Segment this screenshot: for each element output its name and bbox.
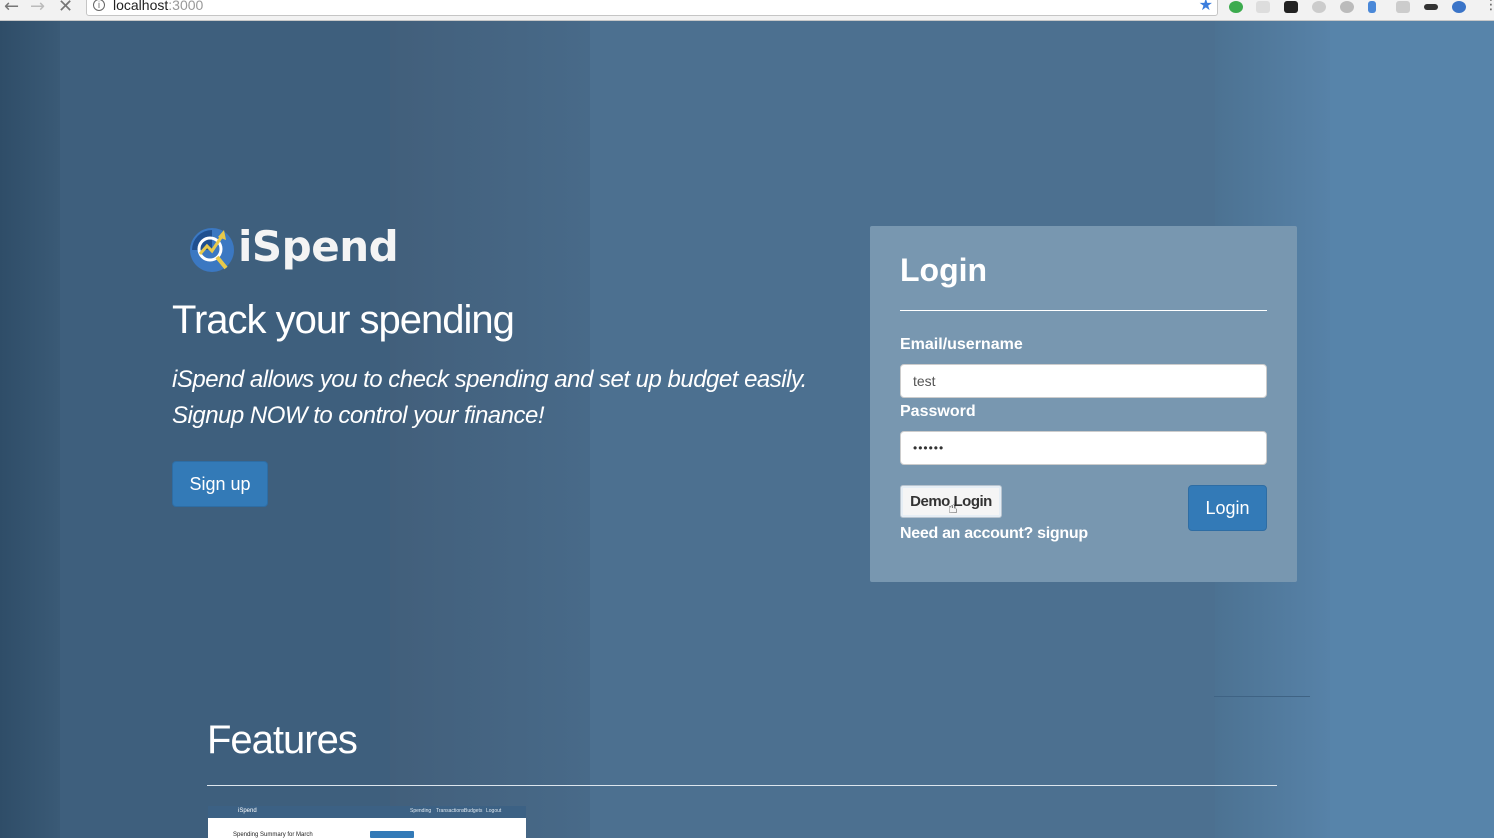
login-heading: Login <box>900 252 988 288</box>
signup-link[interactable]: Need an account? signup <box>900 525 1088 543</box>
site-info-icon[interactable]: i <box>93 0 105 11</box>
features-title: Features <box>207 718 358 762</box>
features-divider <box>207 785 1277 786</box>
address-bar[interactable]: i localhost:3000 ★ <box>86 0 1218 16</box>
email-field[interactable]: test <box>900 364 1267 398</box>
extension-icon[interactable] <box>1452 1 1466 13</box>
background-band <box>1330 21 1494 838</box>
hero-title: Track your spending <box>172 298 515 342</box>
forward-icon[interactable]: → <box>30 0 45 17</box>
hero-subtitle-line: Signup NOW to control your finance! <box>172 402 545 429</box>
thumbnail-nav-item: Logout <box>486 808 502 814</box>
extension-icon[interactable] <box>1256 1 1270 13</box>
hand-cursor-icon: ☝ <box>948 498 958 517</box>
stop-loading-icon[interactable]: ✕ <box>58 0 73 17</box>
password-label: Password <box>900 403 976 420</box>
thumbnail-nav-item: Transactions <box>436 808 465 814</box>
extension-icon[interactable] <box>1396 1 1410 13</box>
feature-screenshot: iSpend Spending Transactions Budgets Log… <box>208 806 526 838</box>
url-text: localhost:3000 <box>113 0 204 13</box>
email-label: Email/username <box>900 336 1023 353</box>
thumbnail-button <box>370 831 414 838</box>
extension-icon[interactable] <box>1229 1 1243 13</box>
menu-icon[interactable]: ⋮ <box>1484 0 1494 13</box>
login-panel: Login Email/username test Password •••••… <box>870 226 1297 582</box>
hero-subtitle-line: iSpend allows you to check spending and … <box>172 366 807 393</box>
login-divider <box>900 310 1267 311</box>
divider <box>1214 696 1310 697</box>
login-button[interactable]: Login <box>1188 485 1267 531</box>
extension-icon[interactable] <box>1312 1 1326 13</box>
logo-text: iSpend <box>238 222 399 271</box>
thumbnail-logo: iSpend <box>238 808 257 814</box>
hero-subtitle: iSpend allows you to check spending and … <box>172 362 852 434</box>
extension-icon[interactable] <box>1340 1 1354 13</box>
thumbnail-nav-item: Budgets <box>464 808 483 814</box>
extension-icon[interactable] <box>1424 4 1438 10</box>
background-band <box>0 21 60 838</box>
logo-chart-icon <box>190 228 234 272</box>
password-field[interactable]: •••••• <box>900 431 1267 465</box>
bookmark-star-icon[interactable]: ★ <box>1199 0 1213 14</box>
thumbnail-nav-item: Spending <box>410 808 432 814</box>
extension-icon[interactable] <box>1368 1 1376 13</box>
browser-toolbar: ← → ✕ i localhost:3000 ★ ⋮ <box>0 0 1494 21</box>
signup-button[interactable]: Sign up <box>172 461 268 507</box>
extension-icon[interactable] <box>1284 1 1298 13</box>
thumbnail-summary: Spending Summary for March <box>233 832 313 838</box>
back-icon[interactable]: ← <box>4 0 19 17</box>
